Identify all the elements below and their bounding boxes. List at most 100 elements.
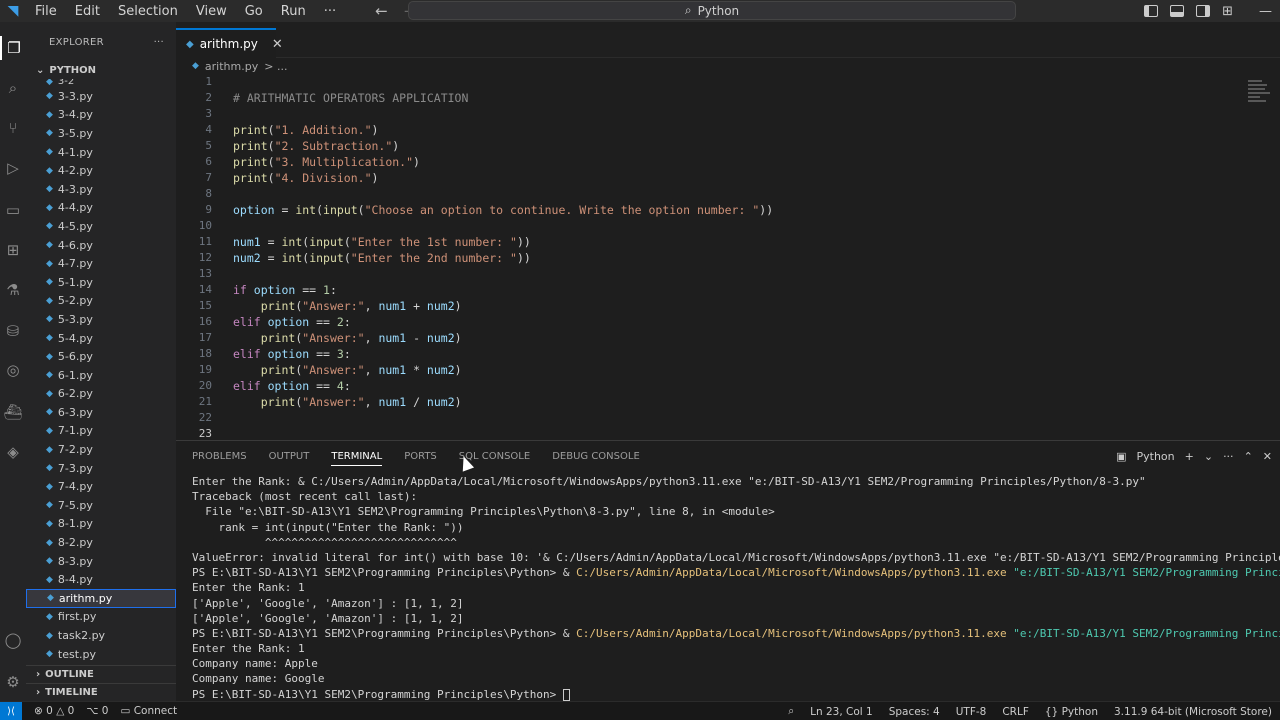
- source-control-icon[interactable]: ⑂: [0, 116, 26, 140]
- python-file-icon: ◆: [46, 556, 53, 567]
- file-item[interactable]: ◆ 3-4.py: [26, 106, 176, 125]
- tab-arithm-py[interactable]: ◆ arithm.py ✕: [176, 28, 283, 58]
- menu-more[interactable]: ···: [315, 4, 345, 19]
- file-item[interactable]: ◆ 5-2.py: [26, 292, 176, 311]
- timeline-section[interactable]: › TIMELINE: [26, 683, 176, 701]
- file-item[interactable]: ◆ 5-1.py: [26, 273, 176, 292]
- customize-layout-icon[interactable]: ⊞: [1222, 4, 1233, 19]
- file-item[interactable]: ◆ 3-3.py: [26, 87, 176, 106]
- file-item[interactable]: ◆ 6-1.py: [26, 366, 176, 385]
- toggle-secondary-sidebar-icon[interactable]: [1196, 5, 1211, 17]
- code-line: print("4. Division."): [233, 171, 379, 185]
- toggle-primary-sidebar-icon[interactable]: [1144, 5, 1159, 17]
- file-item[interactable]: ◆ first.py: [26, 608, 176, 627]
- file-item[interactable]: ◆ 4-1.py: [26, 143, 176, 162]
- python-icon[interactable]: ◈: [0, 440, 26, 464]
- menu-go[interactable]: Go: [236, 4, 272, 19]
- file-item[interactable]: ◆ 3-5.py: [26, 124, 176, 143]
- toggle-panel-icon[interactable]: [1170, 5, 1185, 17]
- cursor-position[interactable]: Ln 23, Col 1: [810, 706, 873, 718]
- file-item[interactable]: ◆ 6-2.py: [26, 385, 176, 404]
- ports-indicator[interactable]: ⌥ 0: [86, 705, 108, 717]
- file-item[interactable]: ◆ 7-1.py: [26, 422, 176, 441]
- new-terminal-icon[interactable]: +: [1185, 450, 1194, 463]
- file-item[interactable]: ◆ 4-2.py: [26, 161, 176, 180]
- python-interpreter[interactable]: 3.11.9 64-bit (Microsoft Store): [1114, 706, 1272, 718]
- file-item[interactable]: ◆ 5-4.py: [26, 329, 176, 348]
- remote-explorer-icon[interactable]: ▭: [0, 198, 26, 222]
- tab-terminal[interactable]: TERMINAL: [331, 451, 383, 466]
- file-item[interactable]: ◆ 4-4.py: [26, 199, 176, 218]
- terminal-line: Company name: Apple: [192, 657, 318, 671]
- maximize-panel-icon[interactable]: ⌃: [1244, 450, 1253, 463]
- file-item[interactable]: ◆ 5-6.py: [26, 347, 176, 366]
- title-bar: ◥ File Edit Selection View Go Run ··· ← …: [0, 0, 1280, 22]
- file-item[interactable]: ◆ task2.py: [26, 626, 176, 645]
- file-item[interactable]: ◆ 3-2: [26, 79, 176, 87]
- file-item[interactable]: ◆ 7-3.py: [26, 459, 176, 478]
- python-file-icon: ◆: [46, 202, 53, 213]
- file-item[interactable]: ◆ 8-2.py: [26, 533, 176, 552]
- breadcrumb-file[interactable]: arithm.py: [205, 60, 258, 73]
- chevron-down-icon[interactable]: ⌄: [1204, 450, 1213, 463]
- menu-run[interactable]: Run: [272, 4, 315, 19]
- tab-debug-console[interactable]: DEBUG CONSOLE: [552, 451, 640, 462]
- edge-devtools-icon[interactable]: ◎: [0, 358, 26, 382]
- indentation[interactable]: Spaces: 4: [889, 706, 940, 718]
- docker-icon[interactable]: ⛴: [0, 400, 26, 424]
- file-item[interactable]: ◆ test.py: [26, 645, 176, 664]
- explorer-more-button[interactable]: ···: [154, 37, 164, 48]
- connect-button[interactable]: ▭ Connect: [120, 705, 177, 717]
- terminal-shell-label[interactable]: Python: [1136, 450, 1174, 463]
- close-icon[interactable]: ✕: [272, 37, 283, 52]
- connect-icon: ▭: [120, 705, 131, 717]
- explorer-icon[interactable]: ❐: [0, 36, 26, 60]
- file-item[interactable]: ◆ 7-5.py: [26, 496, 176, 515]
- minimize-window-icon[interactable]: —: [1259, 4, 1272, 19]
- search-view-icon[interactable]: ⌕: [0, 76, 26, 100]
- file-item[interactable]: ◆ 6-3.py: [26, 403, 176, 422]
- python-file-icon: ◆: [46, 649, 53, 660]
- database-icon[interactable]: ⛁: [0, 319, 26, 343]
- tab-problems[interactable]: PROBLEMS: [192, 451, 247, 462]
- settings-gear-icon[interactable]: ⚙: [0, 670, 26, 694]
- command-center-search[interactable]: ⌕ Python: [408, 1, 1016, 20]
- close-panel-icon[interactable]: ✕: [1263, 450, 1272, 463]
- file-item[interactable]: ◆ 4-3.py: [26, 180, 176, 199]
- file-item-active[interactable]: ◆ arithm.py: [26, 589, 176, 608]
- testing-icon[interactable]: ⚗: [0, 278, 26, 302]
- outline-section[interactable]: › OUTLINE: [26, 665, 176, 683]
- terminal-output[interactable]: Enter the Rank: & C:/Users/Admin/AppData…: [192, 474, 1280, 702]
- tab-ports[interactable]: PORTS: [404, 451, 437, 462]
- folder-header[interactable]: ⌄ PYTHON: [26, 62, 176, 78]
- accounts-icon[interactable]: ◯: [0, 628, 26, 652]
- encoding[interactable]: UTF-8: [956, 706, 987, 718]
- more-actions-icon[interactable]: ···: [1223, 450, 1234, 463]
- zoom-icon[interactable]: ⌕: [788, 705, 794, 718]
- file-item[interactable]: ◆ 7-4.py: [26, 477, 176, 496]
- file-item[interactable]: ◆ 8-4.py: [26, 570, 176, 589]
- extensions-icon[interactable]: ⊞: [0, 238, 26, 262]
- menu-file[interactable]: File: [26, 4, 66, 19]
- run-debug-icon[interactable]: ▷: [0, 156, 26, 180]
- file-item[interactable]: ◆ 4-5.py: [26, 217, 176, 236]
- tab-output[interactable]: OUTPUT: [269, 451, 310, 462]
- menu-view[interactable]: View: [187, 4, 236, 19]
- language-mode[interactable]: {} Python: [1045, 706, 1098, 718]
- file-item[interactable]: ◆ 8-3.py: [26, 552, 176, 571]
- problems-indicator[interactable]: ⊗ 0 △ 0: [34, 705, 74, 717]
- python-file-icon: ◆: [46, 444, 53, 455]
- file-item[interactable]: ◆ 8-1.py: [26, 515, 176, 534]
- command-center-label: Python: [697, 3, 740, 18]
- minimap[interactable]: [1248, 78, 1272, 120]
- file-item[interactable]: ◆ 7-2.py: [26, 440, 176, 459]
- menu-edit[interactable]: Edit: [66, 4, 109, 19]
- file-item[interactable]: ◆ 5-3.py: [26, 310, 176, 329]
- code-editor[interactable]: 1 2 3 4 5 6 7 8 9 10 11 12 13 14 15 16 1…: [176, 74, 1280, 440]
- line-endings[interactable]: CRLF: [1002, 706, 1029, 718]
- back-arrow-icon[interactable]: ←: [375, 2, 388, 20]
- remote-indicator-icon[interactable]: ⟩⟨: [0, 701, 22, 720]
- file-item[interactable]: ◆ 4-7.py: [26, 254, 176, 273]
- menu-selection[interactable]: Selection: [109, 4, 187, 19]
- file-item[interactable]: ◆ 4-6.py: [26, 236, 176, 255]
